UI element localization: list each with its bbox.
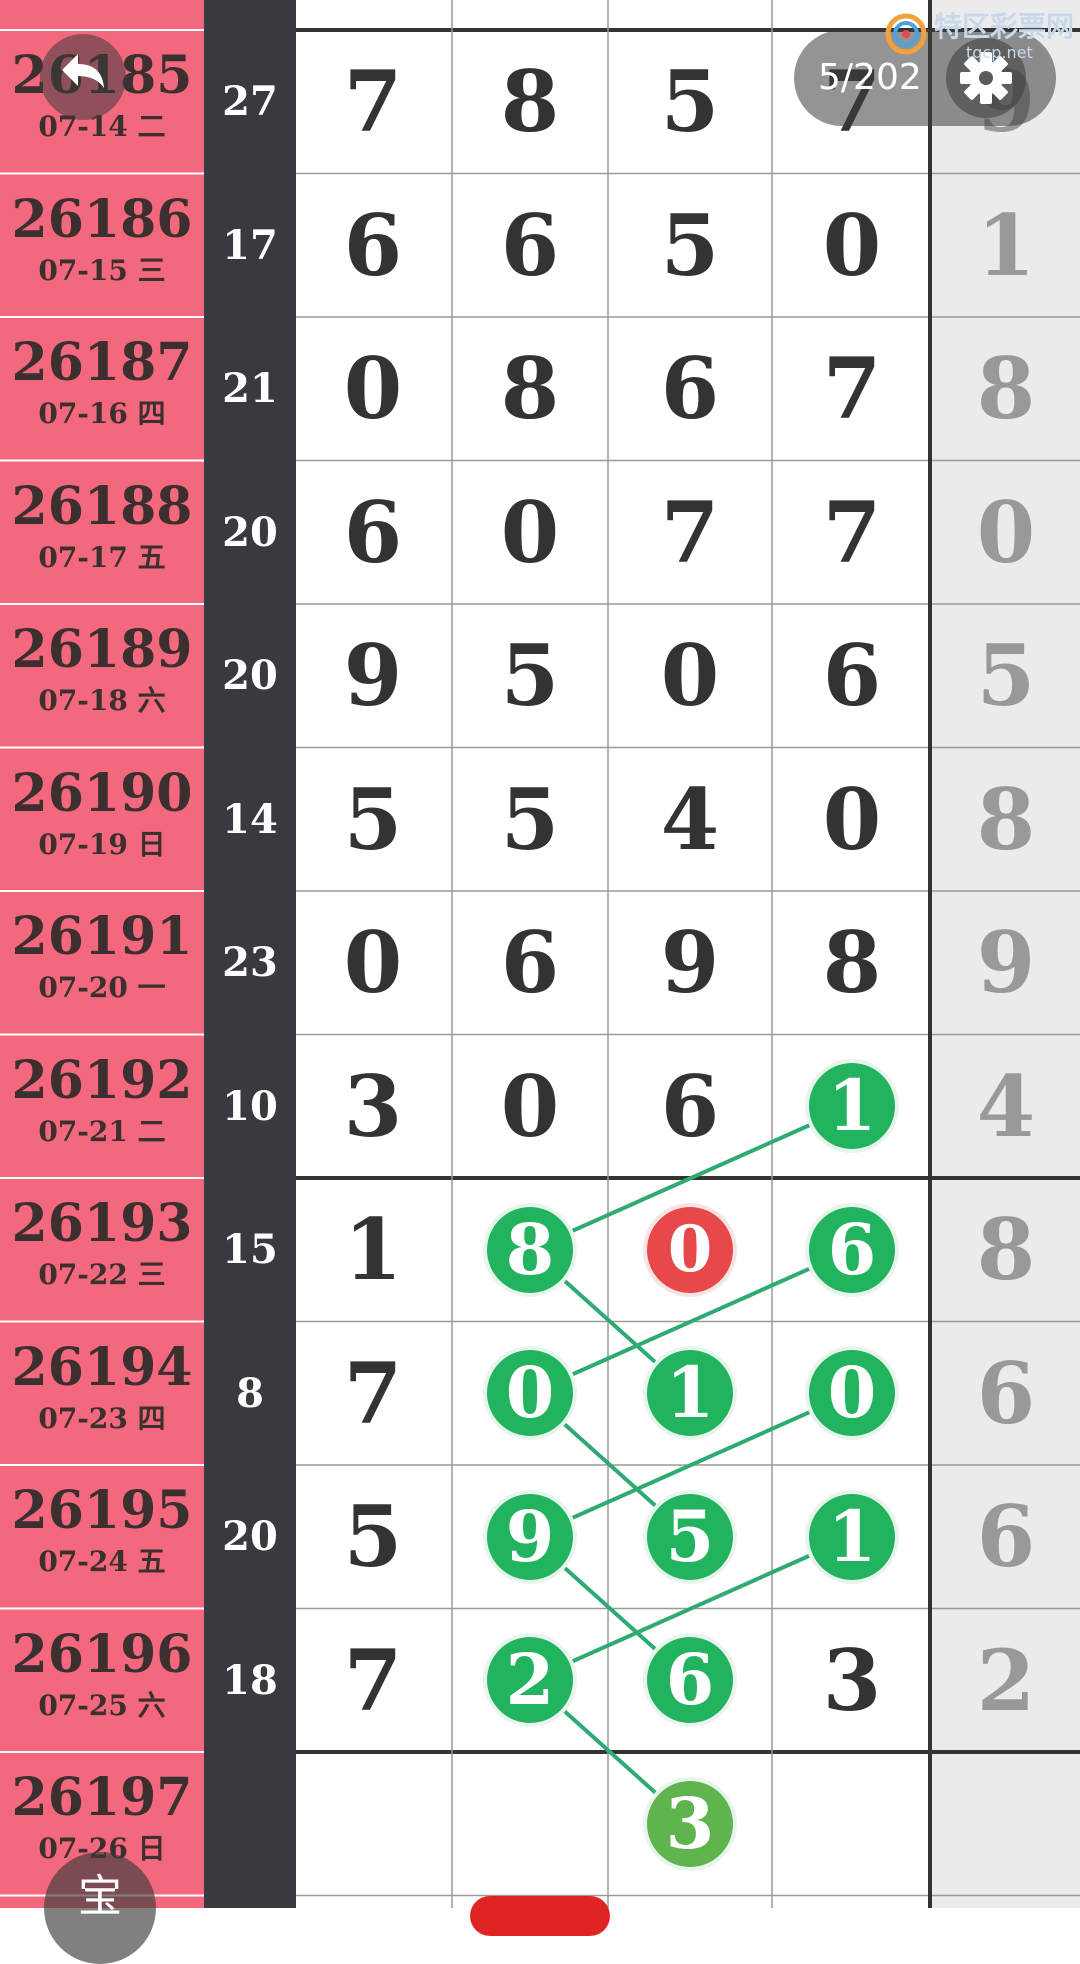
repeat-ball: 0	[647, 1206, 733, 1293]
highlight-ball: 6	[809, 1206, 895, 1293]
highlight-ball: 1	[647, 1350, 733, 1437]
highlight-ball: 8	[487, 1206, 573, 1293]
highlight-ball: 0	[487, 1350, 573, 1437]
highlight-ball: 1	[809, 1063, 895, 1150]
highlight-ball: 2	[487, 1637, 573, 1724]
highlight-ball: 1	[809, 1493, 895, 1580]
back-button[interactable]	[40, 34, 126, 120]
highlight-ball: 5	[647, 1493, 733, 1580]
bottom-red-button[interactable]	[470, 1896, 610, 1936]
bottom-fab[interactable]: 宝	[44, 1852, 156, 1964]
highlight-ball: 3	[647, 1780, 733, 1867]
brand-swirl-icon	[885, 13, 927, 55]
brand-name: 特区彩票网	[934, 10, 1075, 43]
bottom-fab-label: 宝	[78, 1871, 122, 1922]
highlight-ball: 9	[487, 1493, 573, 1580]
brand-logo: 特区彩票网 tqcp.net	[884, 10, 1074, 62]
highlight-ball: 6	[647, 1637, 733, 1724]
highlight-ball: 0	[809, 1350, 895, 1437]
brand-url: tqcp.net	[966, 43, 1033, 62]
back-arrow-icon	[62, 54, 104, 88]
trend-lines	[528, 1104, 853, 1826]
